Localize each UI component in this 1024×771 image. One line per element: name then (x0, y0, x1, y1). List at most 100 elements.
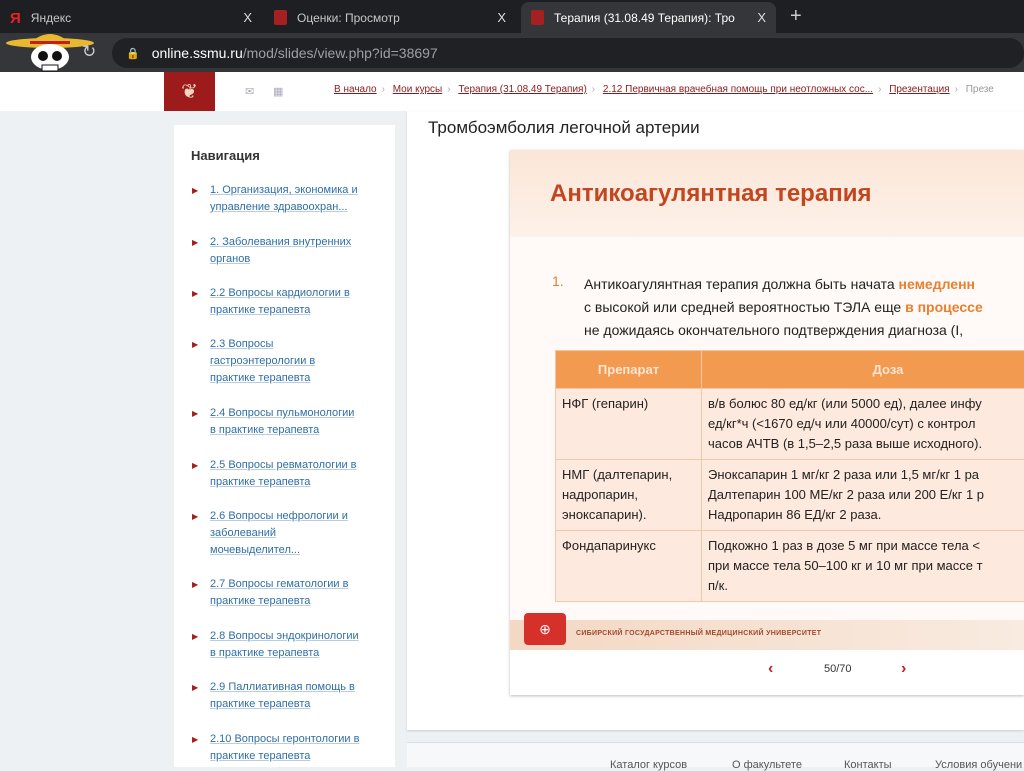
footer-link-catalog[interactable]: Каталог курсов (610, 759, 687, 771)
new-tab-button[interactable]: + (790, 5, 802, 28)
calendar-icon[interactable]: ▦ (273, 85, 283, 98)
sidebar-item[interactable]: ▶2.5 Вопросы ревматологии впрактике тера… (192, 457, 382, 491)
dose-text: при массе тела 50–100 кг и 10 мг при мас… (708, 556, 1024, 576)
url-host: online.ssmu.ru (152, 45, 243, 61)
tab-bar: ЯЯндексX Оценки: ПросмотрX Терапия (31.0… (0, 0, 1024, 33)
sidebar-item[interactable]: ▶2.6 Вопросы нефрологии изаболеваниймоче… (192, 508, 382, 559)
dose-text: часов АЧТВ (в 1,5–2,5 раза выше исходног… (708, 434, 1024, 454)
first-aid-kit-icon: ⊕ (524, 613, 566, 645)
text: не дожидаясь окончательного подтверждени… (584, 319, 983, 342)
next-slide-button[interactable]: › (901, 660, 906, 678)
table-row: Фондапаринукс Подкожно 1 раз в дозе 5 мг … (556, 531, 1024, 602)
dosage-table: ПрепаратДоза НФГ (гепарин) в/в болюс 80 е… (555, 350, 1024, 602)
bullet-icon: ▶ (192, 405, 198, 422)
drug-cell: НФГ (гепарин) (556, 389, 702, 460)
sidebar-item-label: практике терапевта (210, 595, 310, 607)
site-header: ❦ ✉ ▦ В начало› Мои курсы› Терапия (31.0… (0, 72, 1024, 111)
bullet-icon: ▶ (192, 576, 198, 593)
bullet-icon: ▶ (192, 234, 198, 251)
drug-name: надропарин, (562, 485, 695, 505)
sidebar-item-label: практике терапевта (210, 698, 310, 710)
lock-icon: 🔒 (126, 47, 140, 60)
bullet-icon: ▶ (192, 508, 198, 525)
table-row: НМГ (далтепарин,надропарин,эноксапарин).… (556, 460, 1024, 531)
sidebar-item-label: органов (210, 253, 250, 265)
sidebar-item-label: практике терапевта (210, 372, 310, 384)
bullet-icon: ▶ (192, 731, 198, 748)
site-footer: Каталог курсов О факультете Контакты Усл… (407, 742, 1024, 767)
slide-title: Антикоагулянтная терапия (550, 180, 871, 208)
tab-label: Терапия (31.08.49 Терапия): Тро (554, 11, 735, 25)
dose-text: Далтепарин 100 МЕ/кг 2 раза или 200 Е/кг… (708, 485, 1024, 505)
reload-icon[interactable]: ↻ (82, 42, 96, 62)
yandex-icon: Я (10, 10, 21, 25)
page-title: Тромбоэмболия легочной артерии (428, 118, 700, 138)
footer-link-terms[interactable]: Условия обучени (935, 759, 1022, 771)
sidebar-item-label: мочевыделител... (210, 544, 300, 556)
dose-text: Эноксапарин 1 мг/кг 2 раза или 1,5 мг/кг… (708, 465, 1024, 485)
sidebar-item[interactable]: ▶ 2.7 Вопросы гематологии в практике терап… (192, 576, 382, 610)
close-tab-icon[interactable]: X (243, 10, 252, 25)
sidebar-item[interactable]: ▶ 2.9 Паллиативная помощь в практике терап… (192, 679, 382, 713)
bullet-icon: ▶ (192, 182, 198, 199)
sidebar-item[interactable]: ▶2. Заболевания внутреннихорганов (192, 234, 382, 268)
drug-cell: НМГ (далтепарин,надропарин,эноксапарин). (556, 460, 702, 531)
slide-body: 1. Антикоагулянтная терапия должна быть … (510, 237, 1024, 620)
dose-text: Надропарин 86 ЕД/кг 2 раза. (708, 505, 1024, 525)
sidebar-item[interactable]: ▶ 2.4 Вопросы пульмонологии в практике тер… (192, 405, 382, 439)
tab-grades[interactable]: Оценки: ПросмотрX (264, 2, 516, 33)
breadcrumb: В начало› Мои курсы› Терапия (31.08.49 Т… (334, 84, 994, 95)
breadcrumb-presentation[interactable]: Презентация (889, 84, 949, 95)
sidebar-item-label: 2.7 Вопросы гематологии в (210, 578, 348, 590)
url-input[interactable]: 🔒 online.ssmu.ru/mod/slides/view.php?id=3… (112, 38, 1024, 68)
footer-link-contacts[interactable]: Контакты (844, 759, 892, 771)
close-tab-icon[interactable]: X (757, 10, 766, 25)
bullet-icon: ▶ (192, 679, 198, 696)
sidebar-item-label: 2.3 Вопросы (210, 338, 273, 350)
drug-name: Фондапаринукс (562, 536, 695, 556)
dose-text: п/к. (708, 576, 1024, 596)
tab-therapy[interactable]: Терапия (31.08.49 Терапия): Тро X (521, 2, 776, 33)
site-favicon-icon (531, 10, 544, 25)
dose-cell: в/в болюс 80 ед/кг (или 5000 ед), далее … (702, 389, 1024, 460)
dose-cell: Эноксапарин 1 мг/кг 2 раза или 1,5 мг/кг… (702, 460, 1024, 531)
sidebar-item-label: 2.9 Паллиативная помощь в (210, 681, 355, 693)
column-header-drug: Препарат (556, 351, 702, 389)
highlight-text: немедленн (899, 276, 976, 292)
text: с высокой или средней вероятностью ТЭЛА … (584, 299, 905, 315)
footer-link-about[interactable]: О факультете (732, 759, 802, 771)
site-favicon-icon (274, 10, 287, 25)
previous-slide-button[interactable]: ‹ (768, 660, 773, 678)
breadcrumb-my-courses[interactable]: Мои курсы (393, 84, 443, 95)
slide: Антикоагулянтная терапия 1. Антикоагулян… (510, 150, 1024, 695)
dose-text: ед/кг*ч (<1670 ед/ч или 40000/сут) с кон… (708, 414, 1024, 434)
bullet-icon: ▶ (192, 628, 198, 645)
breadcrumb-home[interactable]: В начало (334, 84, 377, 95)
sidebar-item[interactable]: ▶2.2 Вопросы кардиологии впрактике терап… (192, 285, 382, 319)
navigation-block: Навигация ▶1. Организация, экономика иуп… (174, 125, 395, 767)
column-header-dose: Доза (702, 351, 1024, 389)
breadcrumb-section[interactable]: 2.12 Первичная врачебная помощь при неот… (603, 84, 873, 95)
drug-name: эноксапарин). (562, 505, 695, 525)
sidebar-item-label: управление здравоохран... (210, 201, 347, 213)
drug-cell: Фондапаринукс (556, 531, 702, 602)
sidebar-item-label: 2.4 Вопросы пульмонологии (210, 407, 354, 419)
sidebar-item-label: практике терапевта (210, 476, 310, 488)
mail-icon[interactable]: ✉ (245, 85, 254, 98)
tab-yandex[interactable]: ЯЯндексX (0, 2, 262, 33)
sidebar-item-label: 2.2 Вопросы кардиологии в (210, 287, 350, 299)
close-tab-icon[interactable]: X (497, 10, 506, 25)
sidebar-item[interactable]: ▶1. Организация, экономика иуправление з… (192, 182, 382, 216)
sidebar-item-label: в практике терапевта (210, 424, 319, 436)
sidebar-item-label: практике терапевта (210, 750, 310, 762)
sidebar-item-label: практике терапевта (210, 304, 310, 316)
dose-cell: Подкожно 1 раз в дозе 5 мг при массе тел… (702, 531, 1024, 602)
breadcrumb-current: Презе (966, 84, 994, 95)
sidebar-item[interactable]: ▶2.8 Вопросы эндокринологиив практике те… (192, 628, 382, 662)
breadcrumb-course[interactable]: Терапия (31.08.49 Терапия) (458, 84, 586, 95)
sidebar-item[interactable]: ▶2.3 Вопросыгастроэнтерологии впрактике … (192, 336, 382, 387)
url-path: /mod/slides/view.php?id=38697 (243, 45, 438, 61)
drug-name: НФГ (гепарин) (562, 394, 695, 414)
university-logo[interactable]: ❦ (164, 72, 215, 111)
sidebar-item[interactable]: ▶2.10 Вопросы геронтологии впрактике тер… (192, 731, 382, 765)
